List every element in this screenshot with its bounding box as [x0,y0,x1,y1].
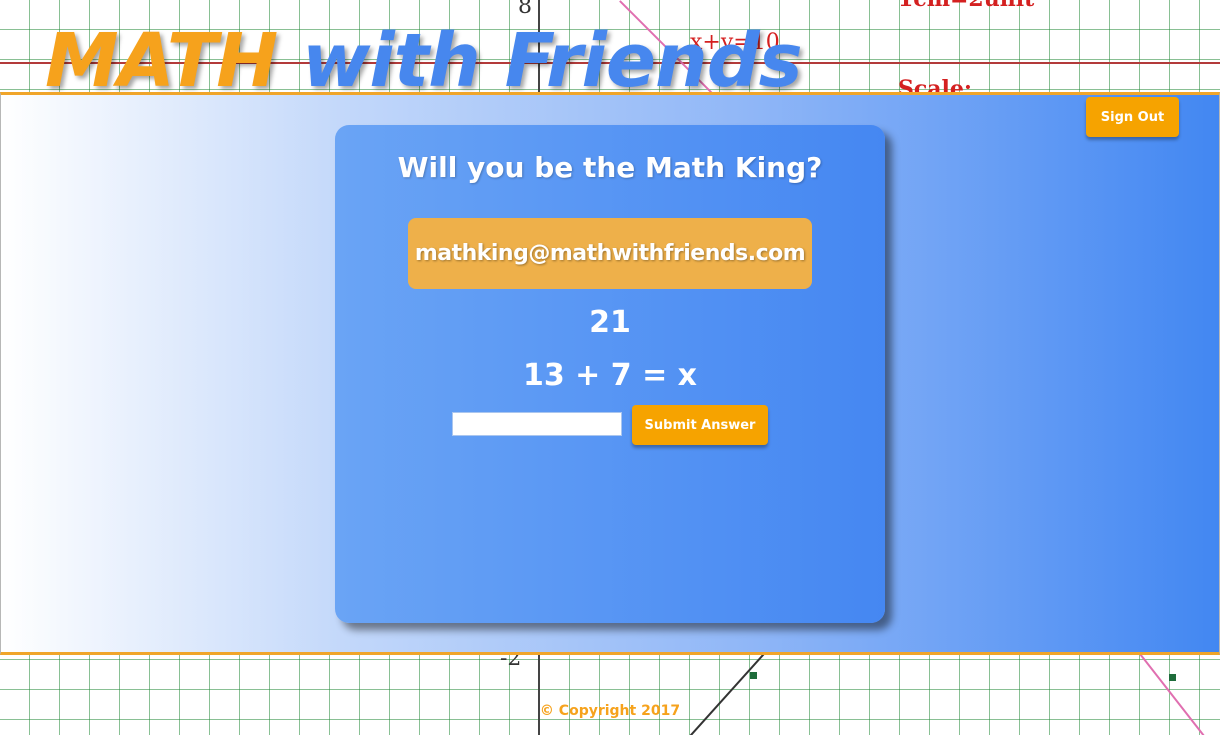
graph-line-dark [689,646,771,735]
copyright-footer: © Copyright 2017 [539,703,681,719]
graph-unit-label: 1cm=2unit [898,0,1034,12]
user-email-badge: mathking@mathwithfriends.com [408,218,812,289]
score-display: 21 [589,305,631,340]
game-title: Will you be the Math King? [397,151,823,184]
game-card: Will you be the Math King? mathking@math… [335,125,885,623]
sign-out-button[interactable]: Sign Out [1086,97,1179,137]
submit-answer-button[interactable]: Submit Answer [632,405,768,445]
graph-point [750,672,757,679]
math-question: 13 + 7 = x [522,358,698,393]
graph-point [1169,674,1176,681]
graph-tick-top: 8 [518,0,532,19]
answer-input[interactable] [452,412,622,436]
